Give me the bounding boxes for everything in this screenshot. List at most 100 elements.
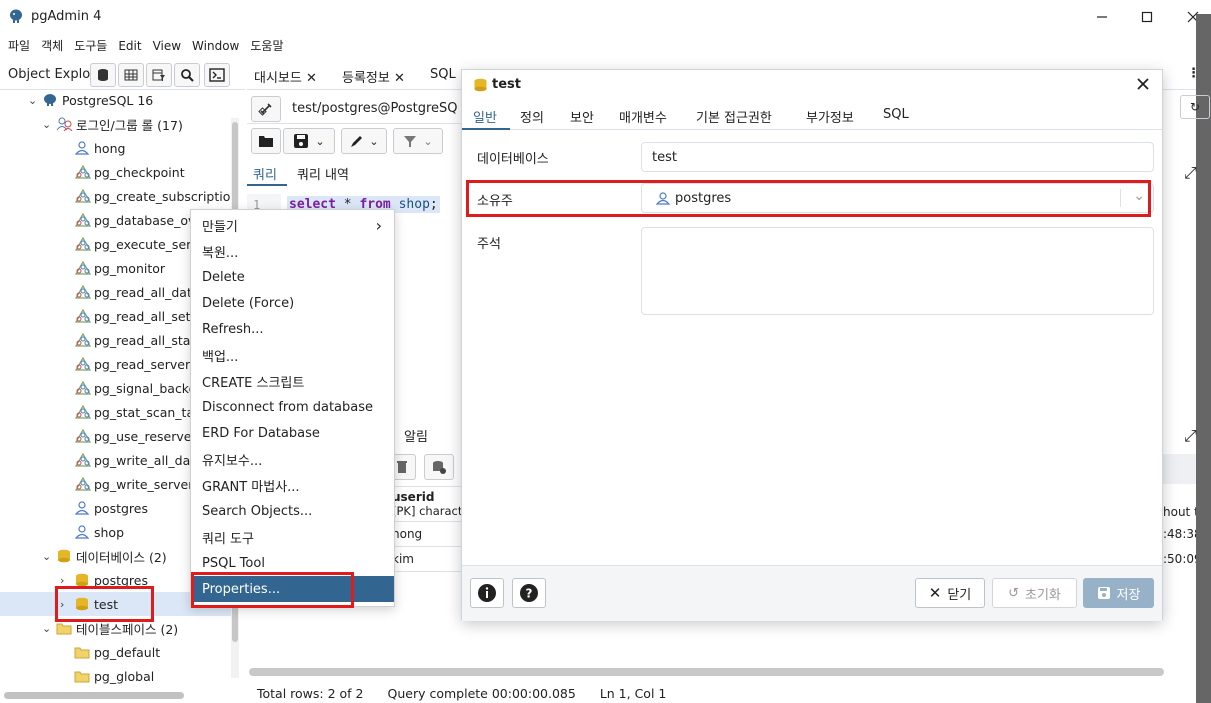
- minimize-icon[interactable]: [1090, 6, 1114, 28]
- object-explorer-title[interactable]: Object Explo: [8, 67, 90, 82]
- menu-item-create[interactable]: 만들기 ›: [191, 212, 394, 238]
- chevron-down-icon[interactable]: ⌄: [423, 135, 432, 148]
- tab-default-privileges[interactable]: 기본 접근권한: [696, 107, 772, 126]
- expand-icon[interactable]: ⤢: [1184, 426, 1197, 446]
- chevron-down-icon[interactable]: ⌄: [369, 135, 378, 148]
- tab-security[interactable]: 보안: [570, 107, 594, 126]
- tab-properties[interactable]: 등록정보 ✕: [342, 67, 405, 86]
- tab-definition[interactable]: 정의: [520, 107, 544, 126]
- tab-sql[interactable]: SQL: [430, 67, 456, 82]
- tree-role-item[interactable]: pg_write_all_dat: [74, 448, 195, 472]
- connection-label[interactable]: test/postgres@PostgreSQ: [292, 101, 458, 116]
- tree-role-item[interactable]: postgres: [74, 496, 148, 520]
- tab-parameters[interactable]: 매개변수: [619, 107, 667, 126]
- tab-sql[interactable]: SQL: [883, 107, 909, 122]
- menu-item-grant-wizard[interactable]: GRANT 마법사...: [191, 472, 394, 498]
- table-cell[interactable]: kim: [388, 547, 468, 572]
- tree-tablespace-global[interactable]: pg_global: [74, 664, 154, 688]
- filter-dropdown[interactable]: ⌄: [393, 128, 443, 154]
- column-header-userid[interactable]: userid [PK] characte: [388, 486, 468, 522]
- tree-role-item[interactable]: pg_use_reservec: [74, 424, 198, 448]
- menu-item-maintenance[interactable]: 유지보수...: [191, 446, 394, 472]
- column-header-time[interactable]: hout time: [1163, 486, 1196, 522]
- chevron-down-icon[interactable]: ⌄: [1133, 188, 1145, 204]
- tab-query-history[interactable]: 쿼리 내역: [297, 164, 349, 183]
- database-name-input[interactable]: test: [641, 142, 1154, 172]
- tree-role-item[interactable]: pg_checkpoint: [74, 160, 185, 184]
- menu-item-properties[interactable]: Properties...: [191, 576, 394, 602]
- close-button[interactable]: ✕ 닫기: [915, 578, 985, 608]
- chevron-right-icon[interactable]: ›: [60, 574, 74, 587]
- table-cell[interactable]: :48:38.58: [1163, 522, 1196, 547]
- tree-role-item[interactable]: pg_database_ov: [74, 208, 195, 232]
- more-vert-icon[interactable]: ⋮: [1187, 66, 1200, 81]
- close-icon[interactable]: ✕: [394, 71, 405, 86]
- menu-item-refresh[interactable]: Refresh...: [191, 316, 394, 342]
- tree-role-item[interactable]: pg_signal_backe: [74, 376, 196, 400]
- close-icon[interactable]: [1136, 77, 1150, 91]
- table-cell[interactable]: :50:09.78: [1163, 547, 1196, 572]
- tree-role-item[interactable]: pg_monitor: [74, 256, 165, 280]
- reset-button[interactable]: ↺ 초기화: [992, 578, 1077, 608]
- menu-item-delete-force[interactable]: Delete (Force): [191, 290, 394, 316]
- help-icon[interactable]: ?: [512, 578, 546, 608]
- menu-object[interactable]: 객체: [41, 37, 63, 54]
- tree-databases-group[interactable]: ⌄ 데이터베이스 (2): [42, 544, 167, 568]
- tree-role-item[interactable]: pg_read_all_data: [74, 280, 200, 304]
- close-icon[interactable]: ✕: [306, 71, 317, 86]
- tree-role-item[interactable]: shop: [74, 520, 124, 544]
- terminal-icon[interactable]: [204, 63, 230, 87]
- save-dropdown[interactable]: ⌄: [283, 128, 335, 154]
- menu-item-create-script[interactable]: CREATE 스크립트: [191, 368, 394, 394]
- menu-item-erd[interactable]: ERD For Database: [191, 420, 394, 446]
- menu-item-restore[interactable]: 복원...: [191, 238, 394, 264]
- tree-server[interactable]: ⌄ PostgreSQL 16: [28, 90, 153, 112]
- owner-select[interactable]: postgres ⌄: [641, 183, 1154, 213]
- save-data-icon[interactable]: [424, 454, 454, 480]
- refresh-icon[interactable]: ↻: [1180, 95, 1210, 119]
- tree-role-item[interactable]: pg_read_server_: [74, 352, 196, 376]
- tab-dashboard[interactable]: 대시보드 ✕: [254, 67, 317, 86]
- menu-view[interactable]: View: [153, 39, 181, 53]
- chevron-down-icon[interactable]: ⌄: [42, 622, 56, 635]
- tree-role-item[interactable]: pg_read_all_sett: [74, 304, 195, 328]
- tree-roles-group[interactable]: ⌄ 로그인/그룹 롤 (17): [42, 112, 183, 136]
- expand-icon[interactable]: ⤢: [1184, 163, 1197, 183]
- menu-window[interactable]: Window: [192, 39, 239, 53]
- comment-textarea[interactable]: [641, 227, 1154, 315]
- chevron-down-icon[interactable]: ⌄: [42, 118, 56, 131]
- tree-role-item[interactable]: hong: [74, 136, 125, 160]
- tree-db-postgres[interactable]: › postgres: [60, 568, 148, 592]
- database-icon[interactable]: [90, 63, 116, 87]
- menu-edit[interactable]: Edit: [118, 39, 141, 53]
- open-file-icon[interactable]: [251, 128, 281, 154]
- tree-role-item[interactable]: pg_execute_serv: [74, 232, 199, 256]
- maximize-icon[interactable]: [1135, 6, 1159, 28]
- menu-item-disconnect[interactable]: Disconnect from database: [191, 394, 394, 420]
- menu-help[interactable]: 도움말: [250, 37, 283, 54]
- menu-item-search-objects[interactable]: Search Objects...: [191, 498, 394, 524]
- chevron-right-icon[interactable]: ›: [60, 598, 74, 611]
- tree-role-item[interactable]: pg_write_server_: [74, 472, 200, 496]
- info-icon[interactable]: [470, 578, 504, 608]
- tree-tablespaces-group[interactable]: ⌄ 테이블스페이스 (2): [42, 616, 178, 640]
- menu-item-backup[interactable]: 백업...: [191, 342, 394, 368]
- search-icon[interactable]: [174, 63, 200, 87]
- tab-notifications[interactable]: 알림: [404, 426, 428, 445]
- tree-horizontal-scrollbar[interactable]: [4, 692, 184, 699]
- tree-tablespace-default[interactable]: pg_default: [74, 640, 160, 664]
- menu-item-query-tool[interactable]: 쿼리 도구: [191, 524, 394, 550]
- menu-item-delete[interactable]: Delete: [191, 264, 394, 290]
- menu-file[interactable]: 파일: [8, 37, 30, 54]
- edit-dropdown[interactable]: ⌄: [341, 128, 387, 154]
- chevron-down-icon[interactable]: ⌄: [28, 94, 42, 107]
- table-grid-icon[interactable]: [118, 63, 144, 87]
- connection-status-icon[interactable]: [251, 96, 281, 122]
- main-horizontal-scrollbar[interactable]: [249, 668, 1164, 676]
- menu-tools[interactable]: 도구들: [74, 37, 107, 54]
- chevron-down-icon[interactable]: ⌄: [315, 135, 324, 148]
- chevron-down-icon[interactable]: ⌄: [42, 550, 56, 563]
- tree-role-item[interactable]: pg_read_all_stat: [74, 328, 195, 352]
- tab-advanced[interactable]: 부가정보: [806, 107, 854, 126]
- table-cell[interactable]: hong: [388, 522, 468, 547]
